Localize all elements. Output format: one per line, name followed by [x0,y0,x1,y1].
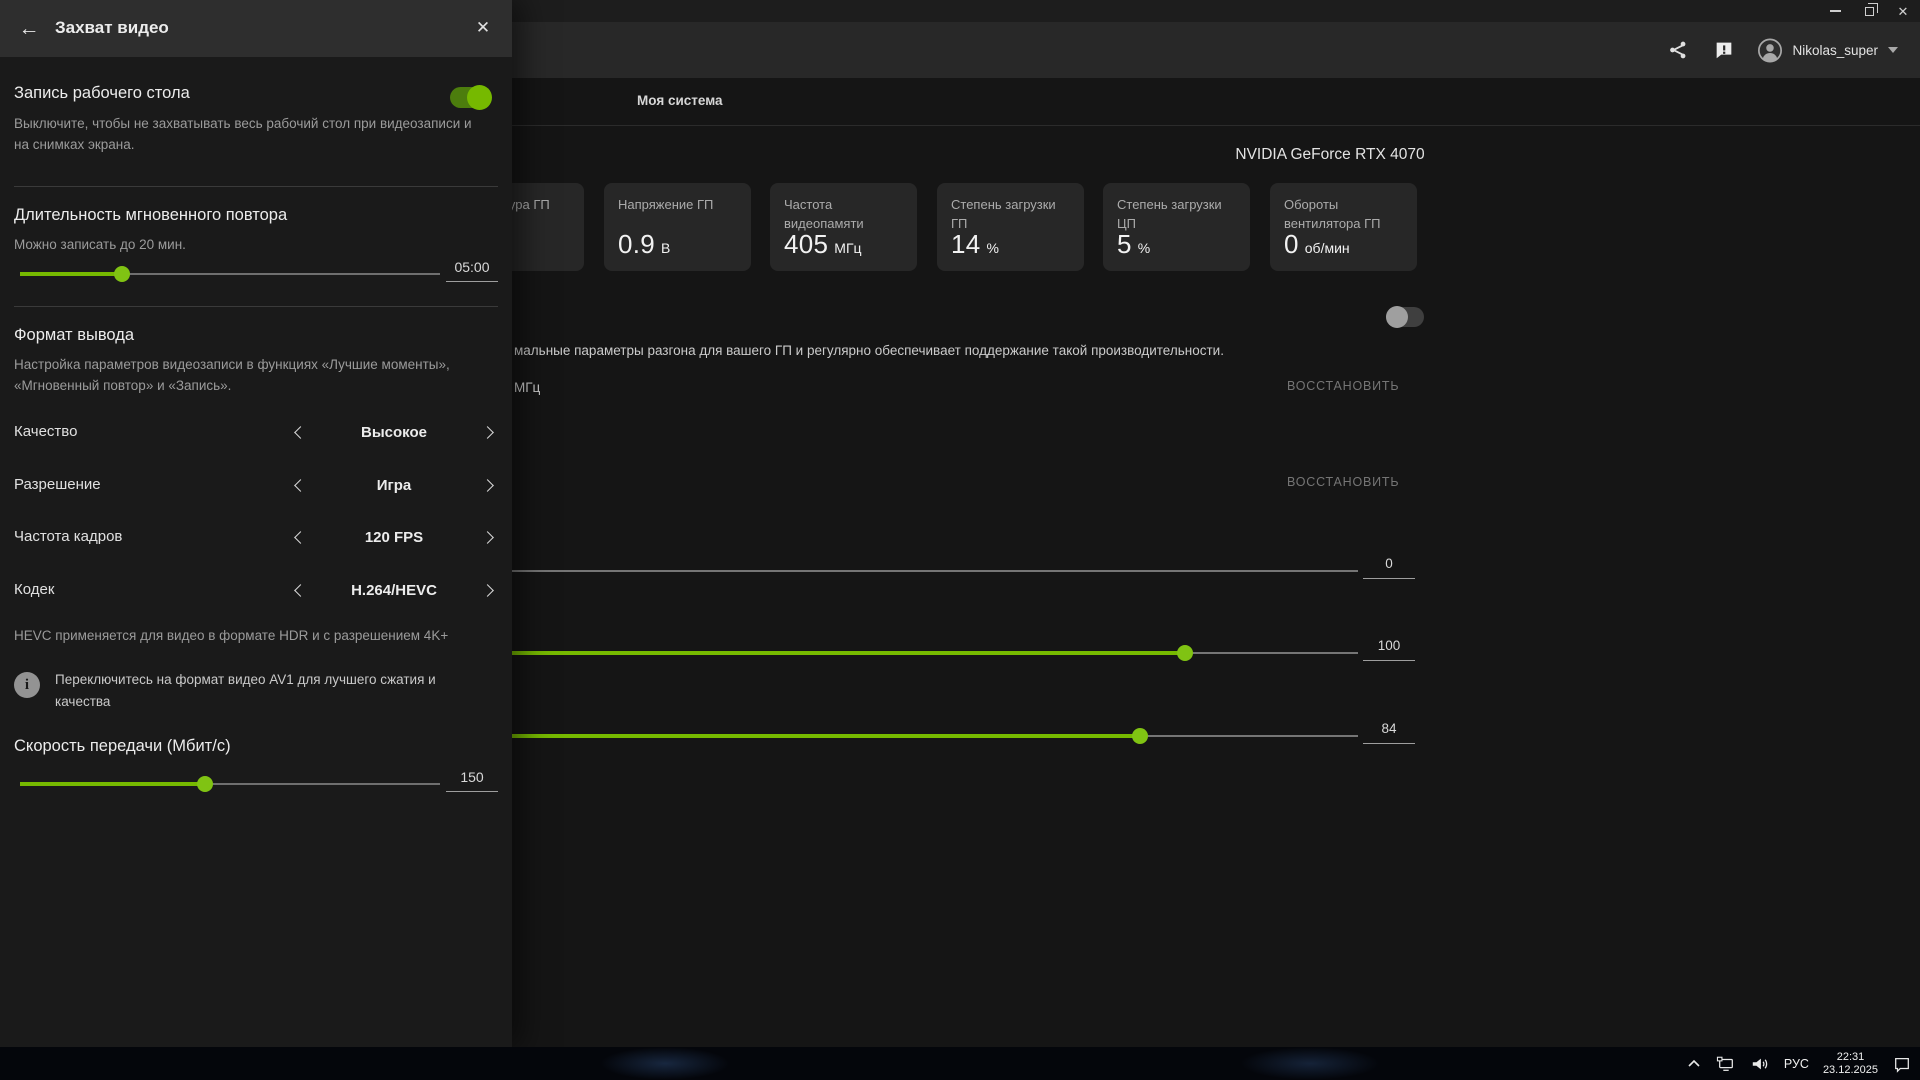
stat-value: 0.9В [618,229,670,260]
av1-tip: Переключитесь на формат видео AV1 для лу… [55,669,455,713]
gpu-slider-1-value[interactable]: 0 [1363,556,1415,579]
back-button[interactable]: ← [14,14,44,44]
chevron-up-icon[interactable] [1686,1056,1702,1072]
toggle-knob [467,85,492,110]
divider [14,306,498,307]
taskbar-tray: РУС 22:31 23.12.2025 [1686,1047,1912,1080]
overclock-description: мальные параметры разгона для вашего ГП … [514,343,1224,358]
notifications-icon[interactable] [1892,1055,1912,1073]
taskbar-glow [600,1047,730,1080]
quality-value: Высокое [305,424,483,441]
desktop-recording-title: Запись рабочего стола [14,84,190,103]
divider [14,186,498,187]
minimize-button[interactable] [1818,0,1852,22]
chevron-right-icon[interactable] [481,531,494,544]
instant-replay-value[interactable]: 05:00 [446,259,498,282]
desktop-recording-description: Выключите, чтобы не захватывать весь раб… [14,113,486,155]
restore-icon [1865,7,1874,16]
slider-thumb[interactable] [114,266,130,282]
bitrate-value[interactable]: 150 [446,769,498,792]
stat-card-vram-clock: Частота видеопамяти 405МГц [770,183,917,271]
auto-tuning-toggle[interactable] [1386,307,1424,327]
gpu-slider-3-value[interactable]: 84 [1363,721,1415,744]
bitrate-slider[interactable] [20,783,440,785]
close-icon: ✕ [1898,4,1909,19]
network-icon[interactable] [1716,1055,1736,1073]
bitrate-title: Скорость передачи (Мбит/с) [14,737,231,756]
restore-button-2[interactable]: ВОССТАНОВИТЬ [1287,475,1399,489]
share-icon[interactable] [1666,38,1690,62]
date: 23.12.2025 [1823,1064,1878,1077]
stat-value: 405МГц [784,229,862,260]
user-menu[interactable]: Nikolas_super [1758,38,1898,62]
gpu-slider-1[interactable] [512,570,1358,572]
screen: ✕ Nikolas_super Моя система NVIDIA GeFor… [0,0,1920,1080]
stat-label: Напряжение ГП [618,196,739,215]
panel-header: ← Захват видео ✕ [0,0,512,57]
quality-label: Качество [14,423,77,440]
chevron-right-icon[interactable] [481,426,494,439]
gpu-title: NVIDIA GeForce RTX 4070 [1120,146,1540,164]
mhz-label: МГц [514,380,540,395]
chevron-right-icon[interactable] [481,479,494,492]
framerate-label: Частота кадров [14,528,122,545]
stat-card-cpu-load: Степень загрузки ЦП 5% [1103,183,1250,271]
minimize-icon [1830,10,1841,12]
gpu-slider-3[interactable] [512,735,1358,737]
speaker-icon[interactable] [1750,1055,1770,1073]
video-capture-panel: ← Захват видео ✕ Запись рабочего стола В… [0,0,512,1047]
stat-card-fan-speed: Обороты вентилятора ГП 0об/мин [1270,183,1417,271]
restore-button[interactable] [1852,0,1886,22]
quality-stepper: Высокое [296,424,492,441]
taskbar-glow [1240,1047,1380,1080]
slider-thumb[interactable] [1132,728,1148,744]
close-window-button[interactable]: ✕ [1886,0,1920,22]
output-format-title: Формат вывода [14,326,134,345]
stat-card-gpu-voltage: Напряжение ГП 0.9В [604,183,751,271]
desktop-recording-toggle[interactable] [450,87,490,108]
slider-thumb[interactable] [197,776,213,792]
slider-thumb[interactable] [1177,645,1193,661]
avatar [1758,38,1782,62]
chevron-down-icon [1888,47,1898,53]
codec-value: H.264/HEVC [305,582,483,599]
restore-button-1[interactable]: ВОССТАНОВИТЬ [1287,379,1399,393]
resolution-value: Игра [305,477,483,494]
codec-note: HEVC применяется для видео в формате HDR… [14,628,448,643]
framerate-value: 120 FPS [305,529,483,546]
resolution-label: Разрешение [14,476,101,493]
window-controls: ✕ [1818,0,1920,22]
username: Nikolas_super [1792,43,1878,58]
framerate-stepper: 120 FPS [296,529,492,546]
toggle-knob [1386,306,1408,328]
info-icon: i [14,672,40,698]
resolution-stepper: Игра [296,477,492,494]
gpu-slider-2-value[interactable]: 100 [1363,638,1415,661]
stat-card-gpu-load: Степень загрузки ГП 14% [937,183,1084,271]
taskbar: РУС 22:31 23.12.2025 [0,1047,1920,1080]
language-indicator[interactable]: РУС [1784,1057,1809,1071]
stat-value: 0об/мин [1284,229,1350,260]
output-format-description: Настройка параметров видеозаписи в функц… [14,354,486,396]
instant-replay-title: Длительность мгновенного повтора [14,206,287,225]
codec-label: Кодек [14,581,54,598]
instant-replay-description: Можно записать до 20 мин. [14,234,486,255]
stat-value: 5% [1117,229,1150,260]
panel-title: Захват видео [55,18,169,38]
feedback-icon[interactable] [1712,38,1736,62]
instant-replay-slider[interactable] [20,273,440,275]
stat-value: 14% [951,229,999,260]
close-panel-button[interactable]: ✕ [468,13,498,43]
gpu-slider-2[interactable] [512,652,1358,654]
clock[interactable]: 22:31 23.12.2025 [1823,1051,1878,1077]
chevron-right-icon[interactable] [481,584,494,597]
header-right: Nikolas_super [1666,22,1898,78]
tab-my-system[interactable]: Моя система [637,93,723,108]
codec-stepper: H.264/HEVC [296,582,492,599]
time: 22:31 [1823,1051,1878,1064]
